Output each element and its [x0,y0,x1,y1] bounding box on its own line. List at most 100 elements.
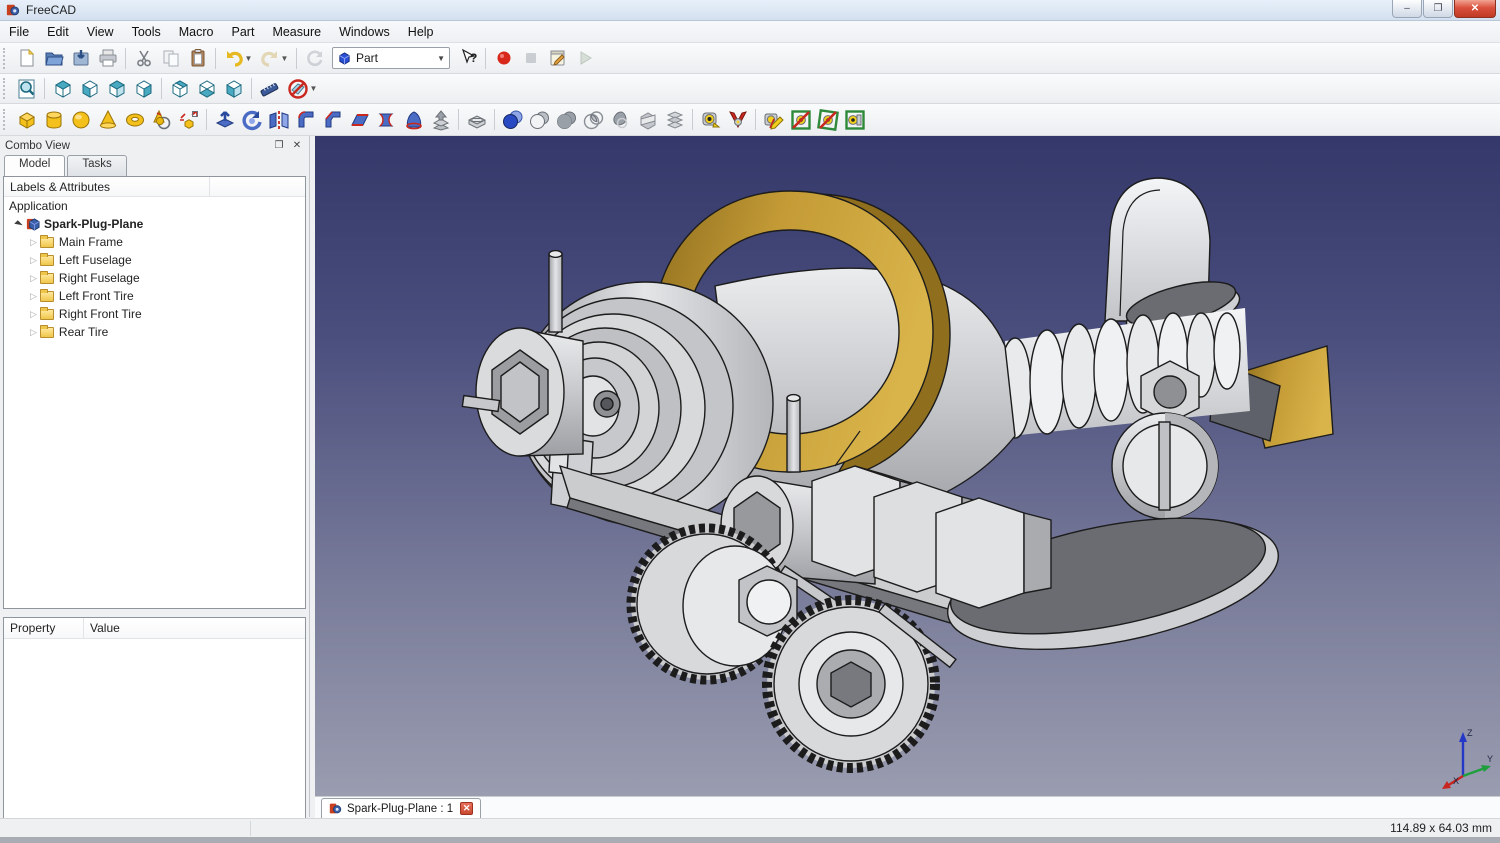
tree-item-right-fuselage[interactable]: ▷ Right Fuselage [4,269,305,287]
menu-tools[interactable]: Tools [123,22,170,42]
tree-item-main-frame[interactable]: ▷ Main Frame [4,233,305,251]
fillet-button[interactable] [292,107,319,133]
tab-close-icon[interactable]: ✕ [460,802,474,815]
tree-item-left-front-tire[interactable]: ▷ Left Front Tire [4,287,305,305]
right-view-button[interactable] [130,76,157,102]
cut-boolean-button[interactable] [526,107,553,133]
part-torus-button[interactable] [121,107,148,133]
cross-sections-button[interactable] [634,107,661,133]
clear-measurement-button[interactable]: ▼ [283,76,321,102]
minimize-button[interactable]: – [1392,0,1422,18]
menu-edit[interactable]: Edit [38,22,78,42]
macro-run-button[interactable] [571,45,598,71]
fit-all-button[interactable] [13,76,40,102]
menu-windows[interactable]: Windows [330,22,399,42]
toggle-delta-measure-button[interactable] [841,107,868,133]
clear-measure-dropdown-arrow[interactable]: ▼ [310,84,318,93]
tree-root-application[interactable]: Application [4,197,305,215]
value-column-header[interactable]: Value [84,618,126,638]
3d-viewport[interactable]: Z Y X [315,136,1500,796]
make-face-button[interactable] [346,107,373,133]
measure-distance-button[interactable] [256,76,283,102]
restore-button[interactable]: ❐ [1423,0,1453,18]
cut-button[interactable] [130,45,157,71]
expand-arrow-icon[interactable]: ▷ [30,309,37,320]
menu-measure[interactable]: Measure [263,22,330,42]
menu-view[interactable]: View [78,22,123,42]
intersection-button[interactable] [580,107,607,133]
revolve-button[interactable] [238,107,265,133]
copy-button[interactable] [157,45,184,71]
status-bar: 114.89 x 64.03 mm [0,818,1500,837]
part-cone-button[interactable] [94,107,121,133]
measure-linear-button[interactable] [697,107,724,133]
toolbar-grip[interactable] [3,78,10,99]
bottom-view-button[interactable] [193,76,220,102]
toggle-all-measure-button[interactable] [787,107,814,133]
new-file-button[interactable] [13,45,40,71]
undo-button[interactable]: ▼ [220,45,256,71]
tree-item-rear-tire[interactable]: ▷ Rear Tire [4,323,305,341]
clear-all-measure-button[interactable] [760,107,787,133]
menu-part[interactable]: Part [223,22,264,42]
expand-arrow-icon[interactable]: ▷ [30,255,37,266]
measure-angular-button[interactable] [724,107,751,133]
redo-button[interactable]: ▼ [256,45,292,71]
slice-button[interactable] [661,107,688,133]
boolean-button[interactable] [499,107,526,133]
close-panel-icon[interactable]: ✕ [290,139,304,153]
left-view-button[interactable] [220,76,247,102]
whats-this-button[interactable]: ? [454,45,481,71]
paste-button[interactable] [184,45,211,71]
union-button[interactable] [553,107,580,133]
print-button[interactable] [94,45,121,71]
macro-record-button[interactable] [490,45,517,71]
menu-help[interactable]: Help [399,22,443,42]
top-view-button[interactable] [103,76,130,102]
menu-macro[interactable]: Macro [170,22,223,42]
tree-item-right-front-tire[interactable]: ▷ Right Front Tire [4,305,305,323]
tree-item-left-fuselage[interactable]: ▷ Left Fuselage [4,251,305,269]
thickness-button[interactable] [463,107,490,133]
axonometric-view-button[interactable] [49,76,76,102]
open-file-button[interactable] [40,45,67,71]
section-button[interactable] [607,107,634,133]
expand-arrow-icon[interactable]: ▷ [30,327,37,338]
part-box-button[interactable] [13,107,40,133]
close-button[interactable]: ✕ [1454,0,1496,18]
part-cylinder-button[interactable] [40,107,67,133]
redo-dropdown-arrow[interactable]: ▼ [281,54,289,63]
tab-tasks[interactable]: Tasks [67,155,127,176]
menu-file[interactable]: File [0,22,38,42]
part-sphere-button[interactable] [67,107,94,133]
rear-view-button[interactable] [166,76,193,102]
ruled-surface-button[interactable] [373,107,400,133]
float-panel-icon[interactable]: ❐ [272,139,286,153]
collapse-arrow-icon[interactable] [14,219,23,229]
macro-stop-button[interactable] [517,45,544,71]
refresh-button[interactable] [301,45,328,71]
tree-item-document[interactable]: Spark-Plug-Plane [4,215,305,233]
undo-dropdown-arrow[interactable]: ▼ [245,54,253,63]
save-file-button[interactable] [67,45,94,71]
chamfer-button[interactable] [319,107,346,133]
tab-model[interactable]: Model [4,155,66,176]
toolbar-grip[interactable] [3,108,10,131]
part-primitives-button[interactable] [148,107,175,133]
toolbar-grip[interactable] [3,47,10,69]
shape-builder-button[interactable] [175,107,202,133]
workbench-selector[interactable]: Part ▼ [332,47,450,69]
macro-edit-button[interactable] [544,45,571,71]
expand-arrow-icon[interactable]: ▷ [30,291,37,302]
expand-arrow-icon[interactable]: ▷ [30,273,37,284]
front-view-button[interactable] [76,76,103,102]
sweep-button[interactable] [427,107,454,133]
property-column-header[interactable]: Property [4,618,84,638]
document-tab[interactable]: Spark-Plug-Plane : 1 ✕ [321,798,482,818]
loft-button[interactable] [400,107,427,133]
extrude-button[interactable] [211,107,238,133]
toggle-3d-measure-button[interactable] [814,107,841,133]
mirror-button[interactable] [265,107,292,133]
tree-column-header[interactable]: Labels & Attributes [10,180,110,194]
expand-arrow-icon[interactable]: ▷ [30,237,37,248]
